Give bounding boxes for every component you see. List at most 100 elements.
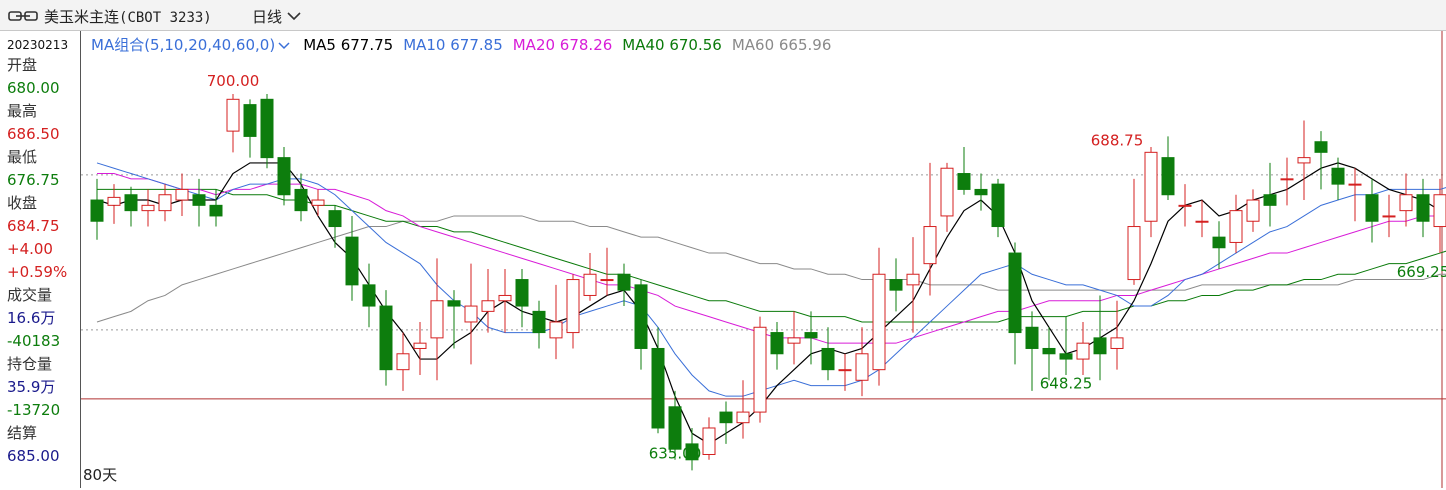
- candle-up: [481, 300, 495, 312]
- chevron-down-icon[interactable]: [286, 10, 302, 22]
- candle-down: [804, 332, 818, 339]
- price-annotation: 635.00: [649, 445, 702, 463]
- candle-up: [855, 353, 869, 381]
- candle-down: [379, 305, 393, 371]
- candle-down: [1008, 252, 1022, 334]
- candle-down: [1042, 347, 1056, 355]
- oi-value: 35.9万: [7, 378, 56, 396]
- candle-up: [396, 353, 410, 371]
- candle-down: [243, 104, 257, 137]
- candle-up: [838, 369, 852, 372]
- candle-up: [1076, 342, 1090, 360]
- volume-change-value: -40183: [7, 332, 61, 350]
- oi-label: 持仓量: [7, 355, 53, 373]
- candle-down: [447, 300, 461, 307]
- open-value: 680.00: [7, 79, 60, 97]
- change-value: +4.00: [7, 240, 53, 258]
- ma40-legend: MA40 670.56: [622, 36, 722, 54]
- candle-up: [141, 204, 155, 212]
- candle-up: [1348, 183, 1362, 186]
- open-label: 开盘: [7, 56, 38, 74]
- price-annotation: 669.25: [1397, 263, 1446, 281]
- instrument-title: 美玉米主连(CBOT 3233): [44, 6, 212, 27]
- ma-legend: MA组合(5,10,20,40,60,0) MA5 677.75 MA10 677.…: [91, 34, 841, 55]
- candle-down: [1365, 194, 1379, 222]
- candle-down: [821, 347, 835, 371]
- candle-down: [362, 284, 376, 307]
- price-annotation: 700.00: [207, 72, 260, 90]
- quote-panel: 20230213 开盘 680.00 最高 686.50 最低 676.75 收…: [0, 31, 81, 488]
- ma-group-selector[interactable]: MA组合(5,10,20,40,60,0): [91, 36, 275, 54]
- candle-up: [1297, 157, 1311, 164]
- low-value: 676.75: [7, 171, 60, 189]
- price-annotation: 688.75: [1091, 132, 1144, 150]
- candle-down: [1212, 236, 1226, 249]
- instrument-name: 美玉米主连: [44, 8, 120, 26]
- candle-up: [702, 427, 716, 455]
- candle-down: [889, 279, 903, 291]
- candle-down: [634, 284, 648, 349]
- candle-down: [991, 183, 1005, 228]
- candle-down: [1314, 141, 1328, 153]
- chevron-down-icon[interactable]: [277, 41, 291, 51]
- candle-up: [1229, 210, 1243, 243]
- candle-up: [1433, 194, 1446, 228]
- candle-down: [515, 279, 529, 307]
- ma10-legend: MA10 677.85: [403, 36, 503, 54]
- candle-down: [532, 310, 546, 334]
- candle-down: [90, 199, 104, 222]
- candle-down: [974, 188, 988, 196]
- candle-down: [328, 210, 342, 228]
- candle-down: [957, 173, 971, 190]
- candle-up: [923, 226, 937, 265]
- candle-up: [1144, 151, 1158, 222]
- candle-down: [209, 204, 223, 217]
- period-label: 日线: [252, 8, 283, 26]
- close-label: 收盘: [7, 194, 38, 212]
- ma60-line: [96, 215, 1446, 323]
- candle-down: [1331, 167, 1345, 185]
- visible-days: 80天: [83, 466, 118, 484]
- settle-label: 结算: [7, 424, 38, 442]
- ma20-legend: MA20 678.26: [512, 36, 613, 54]
- candle-down: [651, 347, 665, 429]
- candle-down: [1416, 194, 1430, 222]
- candle-up: [1246, 199, 1260, 222]
- candle-down: [1263, 194, 1277, 206]
- candle-up: [753, 326, 767, 413]
- candle-up: [736, 411, 750, 424]
- ma60-legend: MA60 665.96: [731, 36, 832, 54]
- change-pct-value: +0.59%: [7, 263, 68, 281]
- candle-up: [1382, 215, 1396, 218]
- candle-down: [1025, 326, 1039, 349]
- candle-up: [1280, 178, 1294, 181]
- candle-up: [872, 273, 886, 371]
- toolbar: 美玉米主连(CBOT 3233) 日线: [0, 0, 1446, 31]
- candle-down: [617, 273, 631, 291]
- candle-down: [345, 236, 359, 286]
- candle-down: [719, 411, 733, 424]
- candle-up: [175, 188, 189, 201]
- candle-up: [600, 279, 614, 282]
- low-label: 最低: [7, 148, 38, 166]
- settle-value: 685.00: [7, 447, 60, 465]
- volume-label: 成交量: [7, 286, 53, 304]
- price-annotation: 648.25: [1040, 374, 1093, 392]
- candle-down: [294, 188, 308, 212]
- candle-up: [107, 196, 121, 206]
- candle-up: [226, 98, 240, 132]
- instrument-code: (CBOT 3233): [119, 10, 212, 26]
- high-label: 最高: [7, 102, 38, 120]
- bar-date: 20230213: [7, 38, 69, 52]
- period-selector[interactable]: 日线: [252, 6, 282, 27]
- candlestick-chart[interactable]: 700.00 635.00 648.25 688.75 669.25: [81, 31, 1446, 488]
- candle-down: [260, 98, 274, 159]
- link-icon[interactable]: [8, 9, 38, 23]
- candle-up: [566, 279, 580, 334]
- candle-up: [1127, 226, 1141, 281]
- close-value: 684.75: [7, 217, 60, 235]
- candle-up: [787, 337, 801, 344]
- candle-down: [770, 332, 784, 355]
- candle-up: [906, 273, 920, 286]
- ma5-legend: MA5 677.75: [303, 36, 394, 54]
